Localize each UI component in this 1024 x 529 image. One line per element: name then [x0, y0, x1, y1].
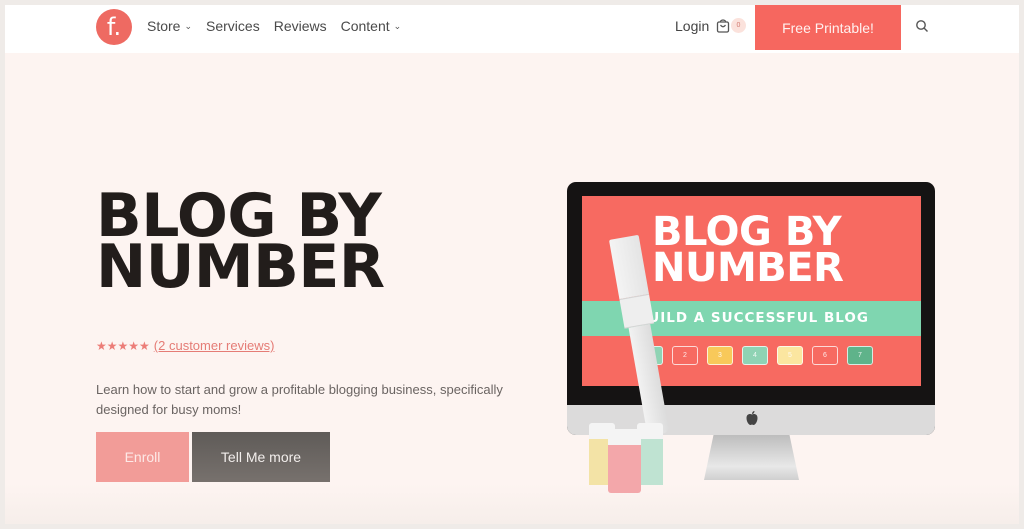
chevron-down-icon: ⌄ — [184, 20, 193, 31]
screen-title-line: NUMBER — [652, 245, 844, 291]
step-box: 3 — [707, 346, 733, 365]
bottom-fade — [5, 484, 1019, 524]
login-link[interactable]: Login — [675, 18, 709, 34]
step-box: 6 — [812, 346, 838, 365]
nav-item-label: Content — [340, 18, 390, 34]
hero-title: BLOG BY NUMBER — [96, 186, 536, 302]
nav-item-content[interactable]: Content ⌄ — [341, 18, 402, 34]
shopping-bag-icon[interactable] — [716, 19, 730, 33]
page-frame: f. Store ⌄ Services Reviews Content ⌄ Lo… — [5, 5, 1019, 524]
nav-item-store[interactable]: Store ⌄ — [147, 18, 192, 34]
step-box: 2 — [672, 346, 698, 365]
nav-item-services[interactable]: Services — [206, 18, 260, 34]
star-rating-icon: ★★★★★ — [96, 338, 150, 353]
nav-item-label: Store — [147, 18, 181, 34]
bottle-cap — [608, 429, 641, 445]
site-logo[interactable]: f. — [96, 9, 132, 45]
product-rating: ★★★★★ (2 customer reviews) — [96, 338, 274, 353]
enroll-button[interactable]: Enroll — [96, 432, 189, 482]
nav-item-reviews[interactable]: Reviews — [274, 18, 327, 34]
cart-count-badge: 0 — [731, 18, 746, 33]
tell-me-more-button[interactable]: Tell Me more — [192, 432, 330, 482]
customer-reviews-link[interactable]: (2 customer reviews) — [154, 338, 275, 353]
nav-item-label: Services — [206, 18, 260, 34]
bottle-body — [608, 445, 641, 493]
step-boxes: 1234567 — [637, 346, 873, 365]
chevron-down-icon: ⌄ — [393, 20, 402, 31]
free-printable-button[interactable]: Free Printable! — [755, 5, 901, 50]
step-box: 4 — [742, 346, 768, 365]
main-nav: Store ⌄ Services Reviews Content ⌄ — [147, 18, 401, 34]
hero-title-line: NUMBER — [96, 232, 385, 302]
apple-logo-icon — [746, 411, 758, 425]
site-header: f. Store ⌄ Services Reviews Content ⌄ Lo… — [5, 5, 1019, 53]
hero-description: Learn how to start and grow a profitable… — [96, 382, 503, 417]
nav-item-label: Reviews — [273, 18, 327, 34]
paint-bottle-pink — [608, 429, 641, 495]
step-box: 7 — [847, 346, 873, 365]
screen-title: BLOG BY NUMBER — [652, 212, 912, 291]
search-icon[interactable] — [915, 19, 929, 33]
step-box: 5 — [777, 346, 803, 365]
monitor-stand — [704, 435, 799, 480]
